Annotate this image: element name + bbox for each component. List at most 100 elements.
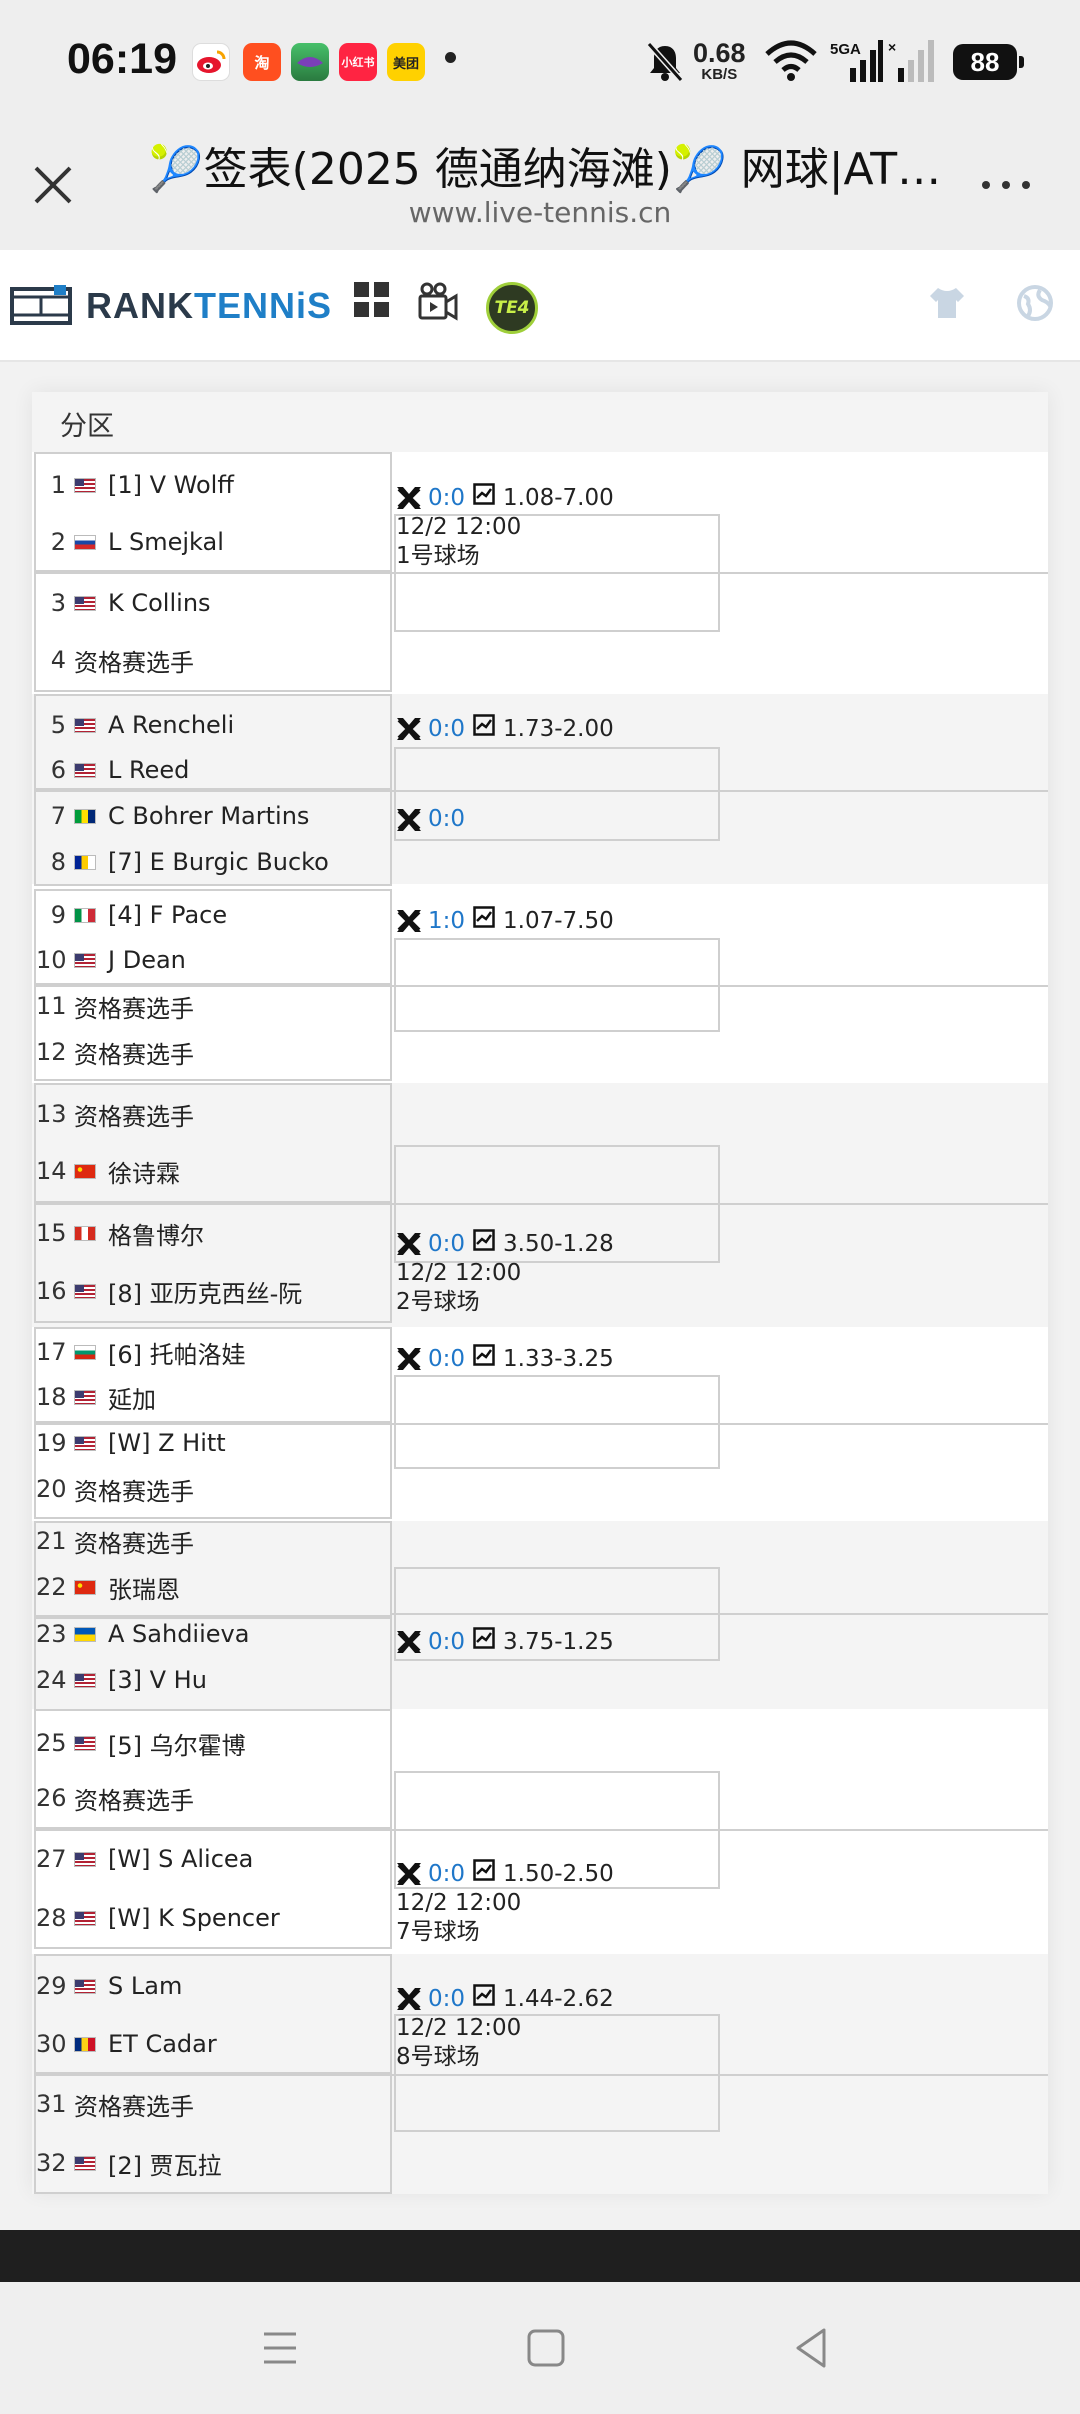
player-slot[interactable]: 12 资格赛选手 <box>36 1034 391 1070</box>
player-name[interactable]: L Smejkal <box>108 528 224 556</box>
match-court: 8号球场 <box>396 2044 480 2070</box>
player-slot[interactable]: 17 [6] 托帕洛娃 <box>36 1334 391 1370</box>
video-icon[interactable] <box>418 282 458 322</box>
player-slot[interactable]: 30 ET Cadar <box>36 2026 391 2062</box>
player-name[interactable]: S Lam <box>108 1972 182 2000</box>
player-slot[interactable]: 21 资格赛选手 <box>36 1523 391 1559</box>
match-info[interactable]: 0:0 3.50-1.28 12/2 12:00 2号球场 <box>396 1229 614 1317</box>
draw-position: 30 <box>36 2030 67 2058</box>
player-slot[interactable]: 2 L Smejkal <box>36 524 391 560</box>
player-slot[interactable]: 11 资格赛选手 <box>36 988 391 1024</box>
player-slot[interactable]: 32 [2] 贾瓦拉 <box>36 2145 391 2181</box>
match-info[interactable]: 0:0 1.50-2.50 12/2 12:00 7号球场 <box>396 1859 614 1947</box>
jersey-icon[interactable] <box>928 286 966 320</box>
home-nav-icon[interactable] <box>516 2318 576 2378</box>
more-options-icon[interactable] <box>978 170 1034 200</box>
player-slot[interactable]: 25 [5] 乌尔霍博 <box>36 1725 391 1761</box>
player-name[interactable]: 延加 <box>108 1380 156 1415</box>
draw-position: 19 <box>36 1429 67 1457</box>
player-slot[interactable]: 27 [W] S Alicea <box>36 1841 391 1877</box>
player-slot[interactable]: 29 S Lam <box>36 1968 391 2004</box>
head-to-head-score[interactable]: 0:0 <box>428 1860 465 1889</box>
player-name[interactable]: [4] F Pace <box>108 901 227 929</box>
player-name[interactable]: 资格赛选手 <box>74 1781 194 1816</box>
back-nav-icon[interactable] <box>782 2318 842 2378</box>
player-name[interactable]: C Bohrer Martins <box>108 802 309 830</box>
head-to-head-score[interactable]: 1:0 <box>428 907 465 936</box>
player-name[interactable]: [6] 托帕洛娃 <box>108 1335 246 1370</box>
draw-position: 9 <box>50 901 66 929</box>
player-name[interactable]: 徐诗霖 <box>108 1154 180 1189</box>
player-name[interactable]: 资格赛选手 <box>74 1472 194 1507</box>
player-slot[interactable]: 20 资格赛选手 <box>36 1471 391 1507</box>
player-slot[interactable]: 23 A Sahdiieva <box>36 1616 391 1652</box>
player-name[interactable]: 资格赛选手 <box>74 989 194 1024</box>
player-slot[interactable]: 15 格鲁博尔 <box>36 1215 391 1251</box>
ranktennis-logo[interactable]: RANKTENNiS <box>10 285 332 327</box>
head-to-head-score[interactable]: 0:0 <box>428 805 465 834</box>
player-slot[interactable]: 4 资格赛选手 <box>36 642 391 678</box>
menu-nav-icon[interactable] <box>250 2318 310 2378</box>
match-info[interactable]: 0:0 1.44-2.62 12/2 12:00 8号球场 <box>396 1984 614 2072</box>
head-to-head-score[interactable]: 0:0 <box>428 1230 465 1259</box>
head-to-head-score[interactable]: 0:0 <box>428 1345 465 1374</box>
player-slot[interactable]: 10 J Dean <box>36 942 391 978</box>
head-to-head-score[interactable]: 0:0 <box>428 1628 465 1657</box>
player-name[interactable]: 资格赛选手 <box>74 1035 194 1070</box>
player-slot[interactable]: 5 A Rencheli <box>36 707 391 743</box>
player-slot[interactable]: 19 [W] Z Hitt <box>36 1425 391 1461</box>
player-name[interactable]: 张瑞恩 <box>108 1570 180 1605</box>
head-to-head-score[interactable]: 0:0 <box>428 715 465 744</box>
player-slot[interactable]: 7 C Bohrer Martins <box>36 798 391 834</box>
player-name[interactable]: [W] S Alicea <box>108 1845 253 1873</box>
player-name[interactable]: 资格赛选手 <box>74 643 194 678</box>
match-info[interactable]: 1:0 1.07-7.50 <box>396 906 614 936</box>
player-name[interactable]: L Reed <box>108 756 189 784</box>
player-name[interactable]: 资格赛选手 <box>74 1097 194 1132</box>
player-name[interactable]: [W] K Spencer <box>108 1904 280 1932</box>
player-name[interactable]: 格鲁博尔 <box>108 1216 204 1251</box>
player-slot[interactable]: 8 [7] E Burgic Bucko <box>36 844 391 880</box>
player-name[interactable]: [8] 亚历克西丝-阮 <box>108 1274 302 1309</box>
bracket-line <box>720 790 1048 792</box>
meituan-icon: 美团 <box>387 43 425 81</box>
player-slot[interactable]: 16 [8] 亚历克西丝-阮 <box>36 1273 391 1309</box>
match-info[interactable]: 0:0 1.73-2.00 <box>396 714 614 744</box>
player-slot[interactable]: 3 K Collins <box>36 585 391 621</box>
player-name[interactable]: A Rencheli <box>108 711 234 739</box>
player-slot[interactable]: 18 延加 <box>36 1379 391 1415</box>
player-slot[interactable]: 13 资格赛选手 <box>36 1096 391 1132</box>
player-name[interactable]: [W] Z Hitt <box>108 1429 226 1457</box>
match-info[interactable]: 0:0 1.08-7.00 12/2 12:00 1号球场 <box>396 483 614 571</box>
match-info[interactable]: 0:0 3.75-1.25 <box>396 1627 614 1657</box>
match-info[interactable]: 0:0 <box>396 805 473 834</box>
match-info[interactable]: 0:0 1.33-3.25 <box>396 1344 614 1374</box>
player-name[interactable]: A Sahdiieva <box>108 1620 249 1648</box>
player-name[interactable]: [2] 贾瓦拉 <box>108 2146 222 2181</box>
taobao-icon: 淘 <box>243 43 281 81</box>
player-slot[interactable]: 31 资格赛选手 <box>36 2086 391 2122</box>
player-name[interactable]: J Dean <box>108 946 186 974</box>
player-name[interactable]: ET Cadar <box>108 2030 217 2058</box>
player-name[interactable]: [1] V Wolff <box>108 471 234 499</box>
player-name[interactable]: 资格赛选手 <box>74 1524 194 1559</box>
player-slot[interactable]: 26 资格赛选手 <box>36 1780 391 1816</box>
player-name[interactable]: [7] E Burgic Bucko <box>108 848 329 876</box>
head-to-head-score[interactable]: 0:0 <box>428 484 465 513</box>
te4-badge[interactable]: TE4 <box>486 282 538 334</box>
player-name[interactable]: K Collins <box>108 589 211 617</box>
player-slot[interactable]: 14 徐诗霖 <box>36 1153 391 1189</box>
player-name[interactable]: 资格赛选手 <box>74 2087 194 2122</box>
grid-menu-icon[interactable] <box>354 282 390 318</box>
player-slot[interactable]: 9 [4] F Pace <box>36 897 391 933</box>
player-name[interactable]: [5] 乌尔霍博 <box>108 1726 246 1761</box>
player-slot[interactable]: 28 [W] K Spencer <box>36 1900 391 1936</box>
globe-icon[interactable] <box>1016 284 1054 322</box>
player-slot[interactable]: 6 L Reed <box>36 752 391 788</box>
player-slot[interactable]: 1 [1] V Wolff <box>36 467 391 503</box>
player-name[interactable]: [3] V Hu <box>108 1666 207 1694</box>
head-to-head-score[interactable]: 0:0 <box>428 1985 465 2014</box>
player-slot[interactable]: 22 张瑞恩 <box>36 1569 391 1605</box>
draw-position: 12 <box>36 1038 67 1066</box>
player-slot[interactable]: 24 [3] V Hu <box>36 1662 391 1698</box>
